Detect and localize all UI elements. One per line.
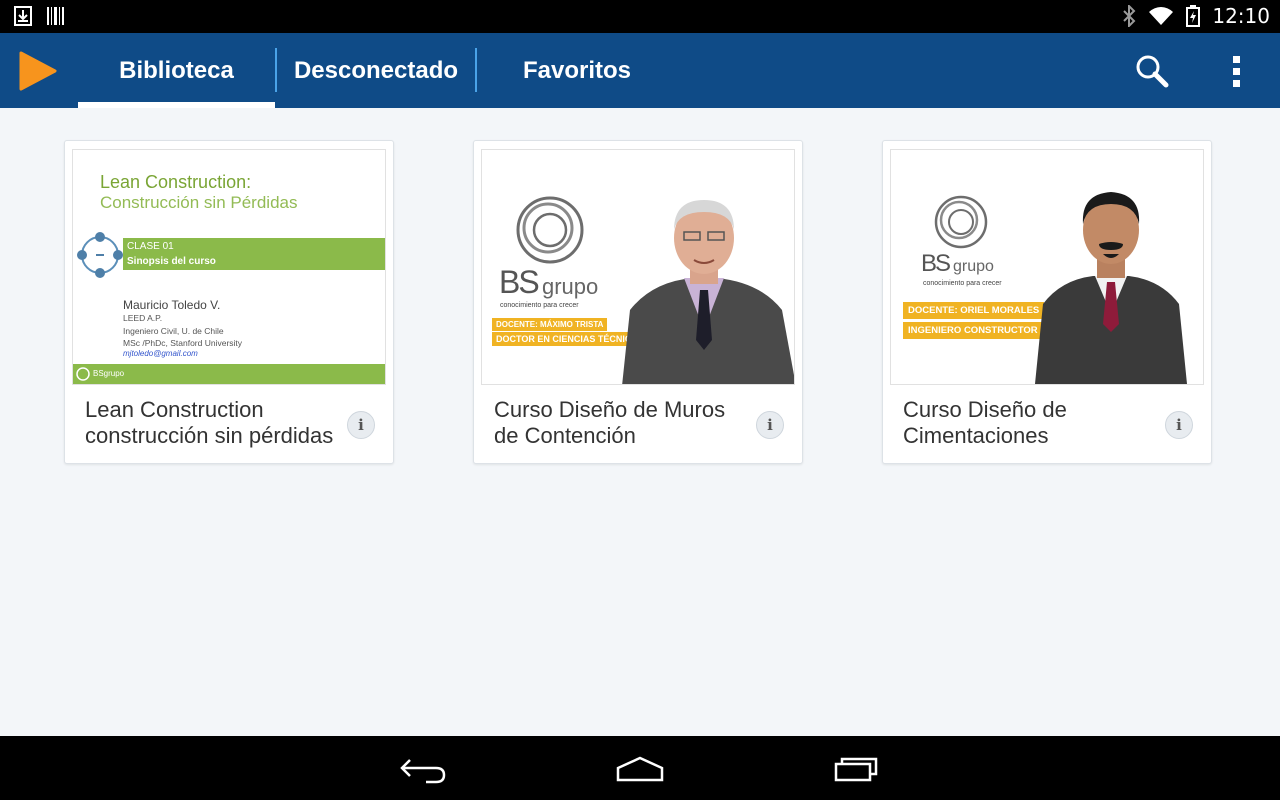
bluetooth-icon xyxy=(1123,5,1136,27)
recents-icon[interactable] xyxy=(830,750,886,786)
info-button[interactable]: i xyxy=(347,411,375,439)
bs-logo-icon xyxy=(934,195,988,249)
thumb-heading-line1: Lean Construction: xyxy=(100,172,252,192)
thumb-line1: LEED A.P. xyxy=(123,313,163,323)
course-title: Lean Construction construcción sin pérdi… xyxy=(85,397,334,448)
brand-bs: BS xyxy=(499,264,540,300)
more-vert-icon[interactable] xyxy=(1225,51,1249,91)
bs-logo-icon xyxy=(76,367,90,381)
brand-grupo: grupo xyxy=(542,274,599,299)
course-thumbnail: Lean Construction: Construcción sin Pérd… xyxy=(72,149,386,385)
info-button[interactable]: i xyxy=(1165,411,1193,439)
tab-favoritos[interactable]: Favoritos xyxy=(478,33,676,108)
thumb-line3: MSc /PhDc, Stanford University xyxy=(123,338,243,348)
course-title: Curso Diseño de Cimentaciones xyxy=(903,397,1067,448)
degree-label: INGENIERO CONSTRUCTOR xyxy=(903,322,1043,339)
thumb-clase: CLASE 01 xyxy=(127,241,174,252)
presenter-image xyxy=(622,200,794,384)
battery-icon xyxy=(1186,5,1201,27)
tab-selected-indicator xyxy=(78,102,275,108)
teacher-label: DOCENTE: MÁXIMO TRISTA xyxy=(492,318,608,331)
bs-logo-icon xyxy=(516,196,584,264)
thumb-line2: Ingeniero Civil, U. de Chile xyxy=(123,326,224,336)
thumb-heading-line2: Construcción sin Pérdidas xyxy=(100,193,298,212)
brand-bs: BS xyxy=(921,250,951,277)
course-card[interactable]: BS grupo conocimiento para crecer DOCENT… xyxy=(473,140,803,464)
thumb-email: mjtoledo@gmail.com xyxy=(123,349,198,358)
thumb-footer-brand: BSgrupo xyxy=(93,369,125,378)
play-logo-icon[interactable] xyxy=(17,50,59,92)
brand-tagline: conocimiento para crecer xyxy=(500,302,579,309)
tab-biblioteca[interactable]: Biblioteca xyxy=(78,33,275,108)
presenter-image xyxy=(1035,192,1187,384)
thumb-teacher: Mauricio Toledo V. xyxy=(123,298,221,312)
wifi-icon xyxy=(1149,7,1174,25)
teacher-label: DOCENTE: ORIEL MORALES xyxy=(903,302,1045,319)
course-thumbnail: BS grupo conocimiento para crecer DOCENT… xyxy=(481,149,795,385)
back-icon[interactable] xyxy=(396,750,452,786)
search-icon[interactable] xyxy=(1132,51,1172,91)
process-cycle-icon xyxy=(77,232,123,278)
thumb-footer: BSgrupo xyxy=(73,364,385,384)
brand-grupo: grupo xyxy=(953,258,994,275)
barcode-icon xyxy=(47,7,64,25)
info-button[interactable]: i xyxy=(756,411,784,439)
brand-tagline: conocimiento para crecer xyxy=(923,280,1002,287)
tab-desconectado[interactable]: Desconectado xyxy=(278,33,474,108)
course-title: Curso Diseño de Muros de Contención xyxy=(494,397,726,448)
tab-divider xyxy=(475,48,477,92)
tab-biblioteca-label: Biblioteca xyxy=(119,56,234,84)
status-clock: 12:10 xyxy=(1212,4,1270,28)
course-thumbnail: BS grupo conocimiento para crecer DOCENT… xyxy=(890,149,1204,385)
status-bar: 12:10 xyxy=(0,0,1280,33)
tab-desconectado-label: Desconectado xyxy=(293,56,459,84)
tab-favoritos-label: Favoritos xyxy=(522,56,632,84)
app-bar: Biblioteca Desconectado Favoritos xyxy=(0,33,1280,108)
home-icon[interactable] xyxy=(612,750,668,786)
tab-divider xyxy=(275,48,277,92)
download-icon xyxy=(14,6,32,26)
course-card[interactable]: Lean Construction: Construcción sin Pérd… xyxy=(64,140,394,464)
thumb-subtitle: Sinopsis del curso xyxy=(127,256,216,267)
course-card[interactable]: BS grupo conocimiento para crecer DOCENT… xyxy=(882,140,1212,464)
system-nav-bar xyxy=(0,736,1280,800)
